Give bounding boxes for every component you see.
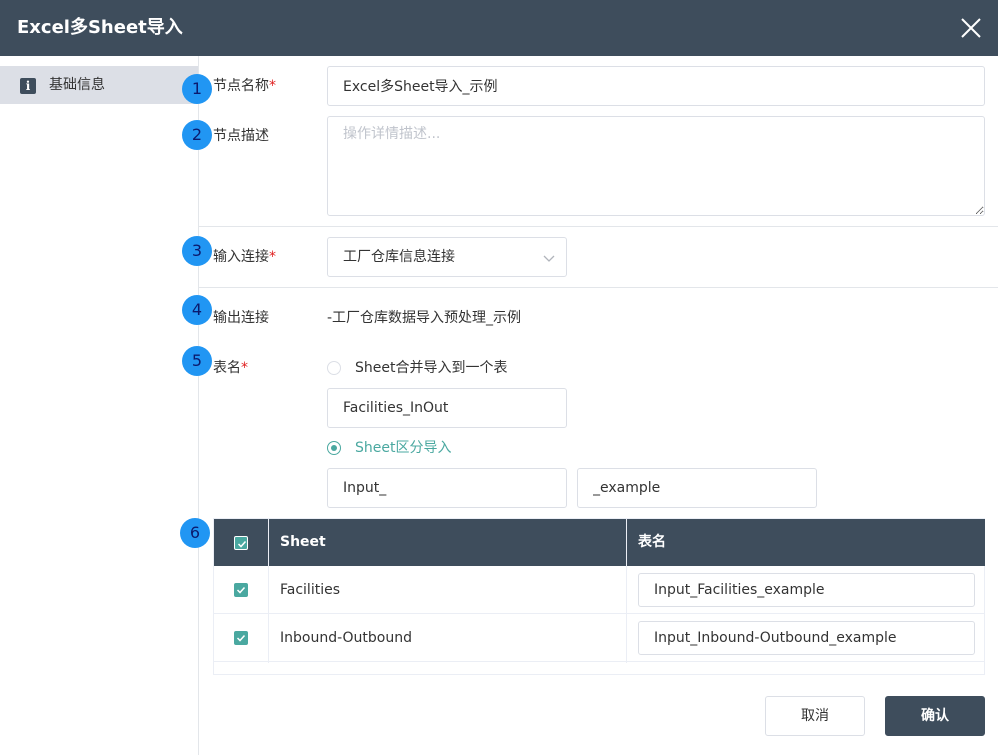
row-checkbox[interactable] — [234, 631, 248, 645]
divider — [199, 226, 998, 227]
node-desc-label: 节点描述 — [213, 128, 269, 144]
sidebar-item-label: 基础信息 — [49, 77, 105, 93]
step-badge: 3 — [182, 236, 212, 266]
dialog-title: Excel多Sheet导入 — [17, 17, 183, 38]
column-header-table-name: 表名 — [638, 534, 666, 550]
required-mark: * — [269, 78, 276, 94]
suffix-input[interactable] — [577, 468, 817, 508]
output-conn-label: 输出连接 — [213, 310, 269, 326]
confirm-button[interactable]: 确认 — [885, 696, 985, 736]
input-conn-select[interactable]: 工厂仓库信息连接 — [327, 237, 567, 277]
table-name-input[interactable] — [638, 573, 975, 607]
table-name-label: 表名* — [213, 360, 248, 376]
prefix-input[interactable] — [327, 468, 567, 508]
table-header: Sheet 表名 — [214, 519, 985, 566]
node-desc-textarea[interactable] — [327, 116, 985, 216]
step-badge: 1 — [182, 74, 212, 104]
sidebar: i 基础信息 — [0, 56, 199, 755]
node-name-label: 节点名称* — [213, 78, 276, 94]
dialog-header: Excel多Sheet导入 — [0, 0, 998, 56]
sidebar-item-basic-info[interactable]: i 基础信息 — [0, 66, 198, 104]
sheet-table: Sheet 表名 Facilities Inbound-Outbound — [213, 518, 985, 675]
close-icon[interactable] — [958, 15, 984, 41]
radio-merge[interactable] — [327, 361, 341, 375]
row-checkbox[interactable] — [234, 583, 248, 597]
column-divider — [626, 519, 627, 663]
input-conn-value: 工厂仓库信息连接 — [343, 249, 455, 265]
output-conn-value: -工厂仓库数据导入预处理_示例 — [327, 310, 522, 326]
radio-split[interactable] — [327, 441, 341, 455]
step-badge: 5 — [182, 346, 212, 376]
required-mark: * — [241, 360, 248, 376]
divider — [199, 287, 998, 288]
radio-merge-label[interactable]: Sheet合并导入到一个表 — [355, 358, 507, 378]
table-row: Facilities — [214, 566, 985, 614]
info-icon: i — [20, 78, 36, 94]
merge-table-input[interactable] — [327, 388, 567, 428]
step-badge: 6 — [180, 518, 210, 548]
table-name-input[interactable] — [638, 621, 975, 655]
select-all-checkbox[interactable] — [234, 536, 248, 550]
node-name-input[interactable] — [327, 66, 985, 106]
radio-split-label[interactable]: Sheet区分导入 — [355, 438, 451, 458]
step-badge: 4 — [182, 295, 212, 325]
step-badge: 2 — [182, 120, 212, 150]
column-header-sheet: Sheet — [280, 534, 326, 550]
sheet-name: Inbound-Outbound — [280, 630, 412, 646]
chevron-down-icon — [543, 255, 555, 262]
cancel-button[interactable]: 取消 — [765, 696, 865, 736]
required-mark: * — [269, 249, 276, 265]
column-divider — [268, 519, 269, 663]
table-row: Inbound-Outbound — [214, 614, 985, 662]
sheet-name: Facilities — [280, 582, 340, 598]
input-conn-label: 输入连接* — [213, 249, 276, 265]
